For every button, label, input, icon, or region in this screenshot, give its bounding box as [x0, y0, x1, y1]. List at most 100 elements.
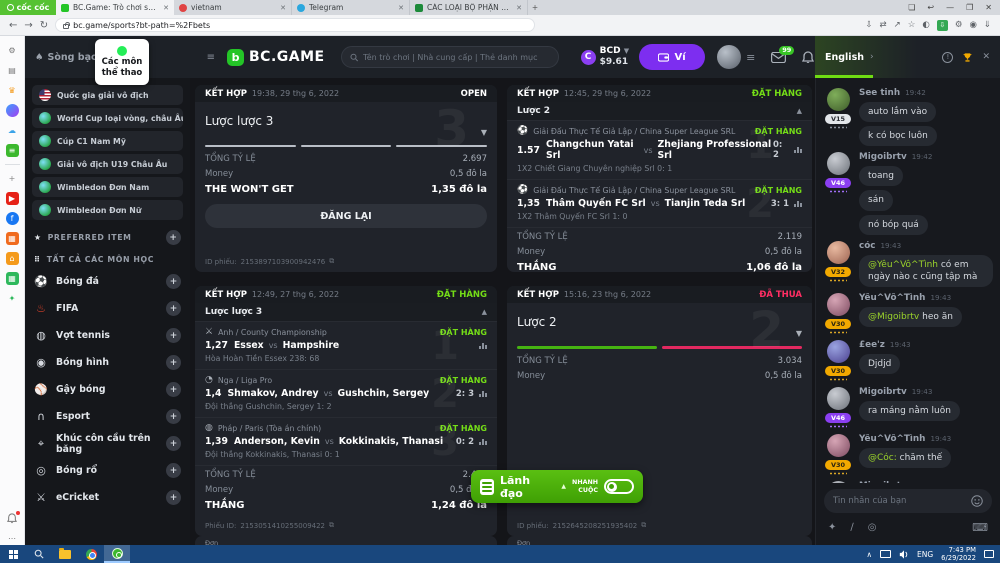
tab-vietnam[interactable]: vietnam✕ — [174, 0, 292, 15]
bcgame-logo[interactable]: b BC.GAME — [227, 49, 325, 66]
collapse-chevron-icon[interactable]: ▲ — [482, 308, 487, 316]
cloud-app-icon[interactable]: ☁ — [6, 124, 19, 137]
settings-gear-icon[interactable]: ⚙ — [6, 44, 19, 57]
sheet-app-icon[interactable]: ▦ — [6, 272, 19, 285]
window-maximize-button[interactable]: ❐ — [966, 3, 973, 12]
sidebar-item-league-0[interactable]: Quốc gia giải vô địch — [32, 85, 183, 105]
menu-hamburger-icon[interactable]: ≡ — [207, 52, 215, 63]
tab-bcgame[interactable]: BC.Game: Trò chơi sòng bạc✕ — [56, 0, 174, 15]
sidebar-item-basketball[interactable]: ◉Bóng hình+ — [25, 349, 190, 376]
username[interactable]: £ee'z — [859, 340, 885, 350]
chevron-right-icon[interactable]: › — [870, 52, 874, 62]
add-preferred-button[interactable]: + — [166, 230, 181, 245]
copy-icon[interactable]: ⧉ — [329, 257, 334, 266]
coccoc-button[interactable] — [104, 545, 130, 563]
tray-chevron-icon[interactable]: ∧ — [866, 550, 872, 559]
more-icon[interactable]: ⋯ — [6, 532, 19, 545]
chat-close-icon[interactable]: ✕ — [982, 52, 990, 62]
sidebar-item-ecricket[interactable]: ⚔eCricket+ — [25, 484, 190, 511]
notifications-bell-icon[interactable] — [6, 512, 19, 525]
expand-chevron-icon[interactable]: ▼ — [796, 329, 802, 338]
chat-language-tab[interactable]: English — [825, 52, 864, 63]
username[interactable]: Yêu^Vô^Tình — [859, 293, 925, 303]
chrome-button[interactable] — [78, 545, 104, 563]
notifications-button[interactable] — [802, 51, 814, 64]
start-button[interactable] — [0, 545, 26, 563]
avatar[interactable] — [827, 293, 850, 316]
tab-sports-article[interactable]: CÁC LOẠI BỘ PHẬN THỂ TH✕ — [410, 0, 528, 15]
reading-list-icon[interactable]: ▤ — [6, 64, 19, 77]
share-icon[interactable]: ↗ — [894, 20, 901, 30]
chat-rules-icon[interactable]: ! — [942, 52, 953, 63]
sidebar-item-icehockey[interactable]: ⌖Khúc côn cầu trên băng+ — [25, 430, 190, 457]
username[interactable]: Yêu^Vô^Tình — [859, 434, 925, 444]
copy-icon[interactable]: ⧉ — [641, 521, 646, 530]
action-center-icon[interactable] — [984, 550, 994, 558]
save-page-icon[interactable]: ⇩ — [865, 20, 872, 30]
collapse-chevron-icon[interactable]: ▲ — [797, 107, 802, 115]
copy-icon[interactable]: ⧉ — [329, 521, 334, 530]
sidebar-item-soccer[interactable]: ⚽Bóng đá+ — [25, 268, 190, 295]
chat-messages[interactable]: V15 See tinh19:42 auto lắm vào k có bọc … — [816, 78, 1000, 483]
downloads-icon[interactable]: ⇓ — [984, 20, 991, 30]
taskbar-search-button[interactable] — [26, 545, 52, 563]
sidebar-item-league-2[interactable]: Cúp C1 Nam Mỹ — [32, 131, 183, 151]
window-close-button[interactable]: ✕ — [985, 3, 992, 12]
extensions-icon[interactable]: ⚙ — [955, 20, 963, 30]
crown-vip-icon[interactable]: ♛ — [6, 84, 19, 97]
shop-app-icon[interactable]: ▦ — [6, 232, 19, 245]
emoji-icon[interactable] — [971, 495, 983, 507]
user-avatar[interactable] — [717, 45, 741, 69]
search-bar[interactable] — [341, 46, 559, 68]
expand-plus-button[interactable]: + — [166, 355, 181, 370]
sidebar-item-esport[interactable]: ∩Esport+ — [25, 403, 190, 430]
avatar[interactable] — [827, 340, 850, 363]
mention[interactable]: @Yêu^Vô^Tình — [868, 260, 938, 270]
tab-close-icon[interactable]: ✕ — [280, 4, 286, 12]
volume-icon[interactable] — [899, 550, 909, 559]
quick-bet-toggle[interactable] — [604, 479, 634, 494]
nav-sports-active[interactable]: Các môn thể thao — [95, 39, 149, 85]
trophy-icon[interactable] — [962, 52, 973, 63]
bookmark-star-icon[interactable]: ☆ — [908, 20, 916, 30]
avatar[interactable] — [827, 387, 850, 410]
url-field[interactable]: bc.game/sports?bt-path=%2Fbets — [55, 18, 535, 32]
mail-button[interactable]: 99 — [771, 52, 786, 63]
sidebar-item-tennis[interactable]: ◍Vợt tennis+ — [25, 322, 190, 349]
tab-close-icon[interactable]: ✕ — [398, 4, 404, 12]
sidebar-item-league-3[interactable]: Giải vô địch U19 Châu Âu — [32, 154, 183, 174]
profile-menu-icon[interactable]: ≡ — [746, 51, 755, 64]
facebook-icon[interactable]: f — [6, 212, 19, 225]
education-icon[interactable]: ✦ — [6, 292, 19, 305]
add-shortcut-icon[interactable]: + — [6, 172, 19, 185]
leaderboard-floating-button[interactable]: Lãnh đạo ▲ NHANHCUỘC — [471, 470, 643, 503]
expand-plus-button[interactable]: + — [166, 328, 181, 343]
avatar[interactable] — [827, 152, 850, 175]
profile-icon[interactable]: ◉ — [969, 20, 976, 30]
cart-icon[interactable]: ⌂ — [6, 252, 19, 265]
forward-icon[interactable]: → — [24, 20, 32, 31]
window-minimize-button[interactable]: — — [946, 3, 954, 12]
username[interactable]: Migoibrtv — [859, 152, 907, 162]
currency-selector[interactable]: C BCD ▼$9.61 — [581, 46, 629, 68]
tab-close-icon[interactable]: ✕ — [516, 4, 522, 12]
sidebar-item-league-4[interactable]: Wimbledon Đơn Nam — [32, 177, 183, 197]
chat-input-pill[interactable] — [824, 489, 992, 513]
stats-icon[interactable] — [794, 201, 802, 207]
coin-drop-icon[interactable]: ◎ — [868, 522, 877, 533]
network-icon[interactable] — [880, 550, 891, 558]
username[interactable]: Migoibrtv — [859, 387, 907, 397]
browser-back-to-icon[interactable]: ↩ — [927, 3, 934, 12]
stats-icon[interactable] — [794, 147, 802, 153]
avatar[interactable] — [827, 434, 850, 457]
expand-plus-button[interactable]: + — [166, 436, 181, 451]
browser-extra-icon[interactable]: ❏ — [908, 3, 915, 12]
new-tab-button[interactable]: + — [528, 0, 542, 15]
rain-tip-icon[interactable]: ✦ — [828, 522, 836, 533]
nav-casino[interactable]: ♠Sòng bạc — [35, 52, 97, 63]
clock[interactable]: 7:43 PM6/29/2022 — [941, 546, 976, 563]
expand-chevron-icon[interactable]: ▼ — [481, 128, 487, 137]
sidebar-item-league-5[interactable]: Wimbledon Đơn Nữ — [32, 200, 183, 220]
sidebar-item-fifa[interactable]: ♨FIFA+ — [25, 295, 190, 322]
adblock-shield-icon[interactable]: ◐ — [922, 20, 929, 30]
